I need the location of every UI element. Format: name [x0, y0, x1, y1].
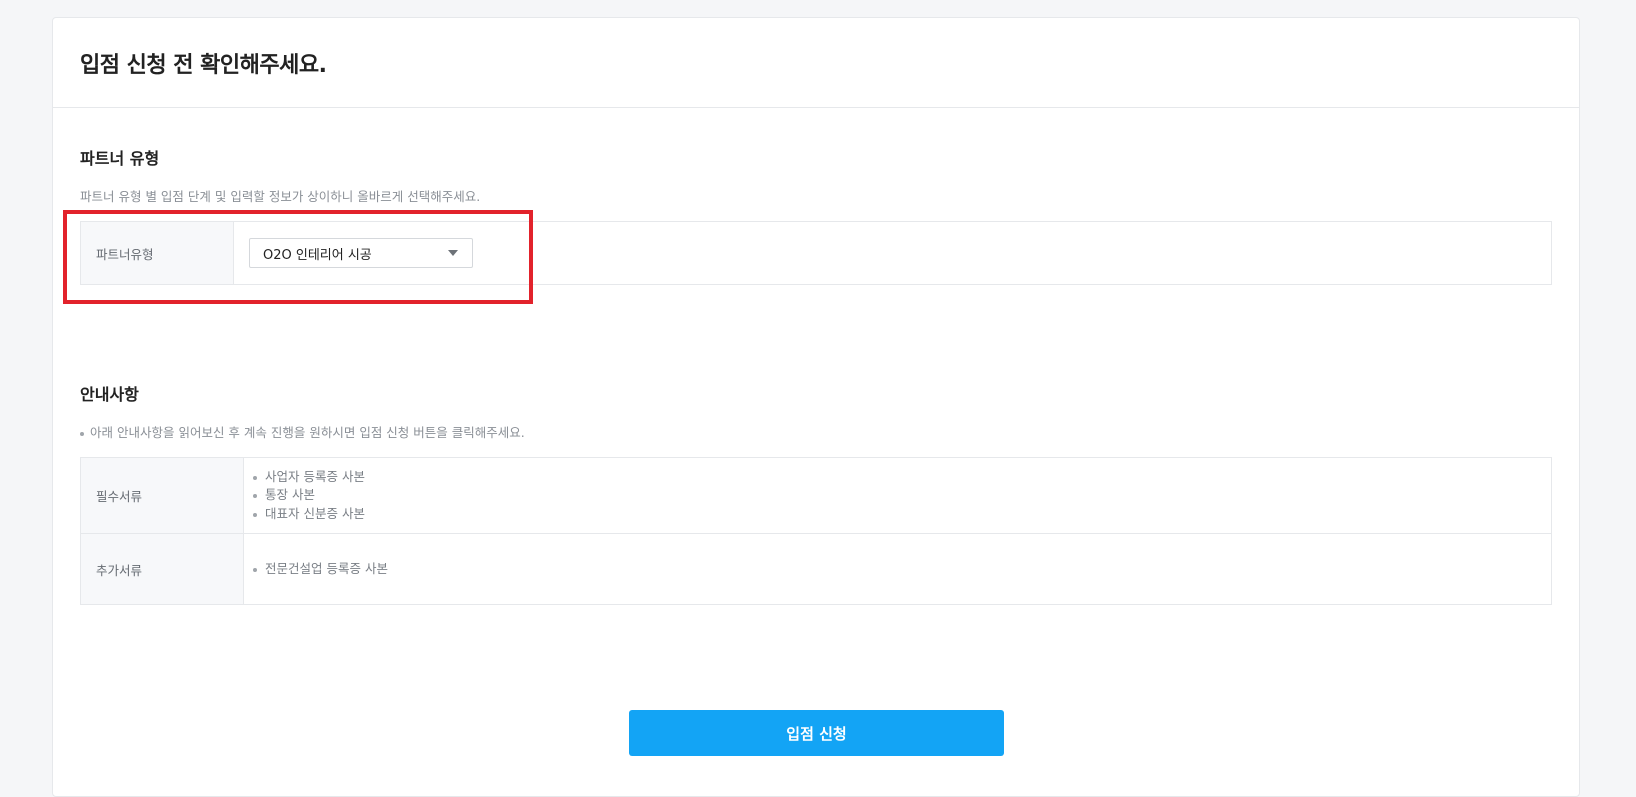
notice-section: 안내사항 아래 안내사항을 읽어보신 후 계속 진행을 원하시면 입점 신청 버…	[80, 381, 1552, 605]
notice-description: 아래 안내사항을 읽어보신 후 계속 진행을 원하시면 입점 신청 버튼을 클릭…	[80, 422, 1552, 441]
list-item: 통장 사본	[253, 486, 365, 505]
chevron-down-icon	[448, 250, 458, 256]
additional-documents-value: 전문건설업 등록증 사본	[244, 534, 1551, 604]
partner-type-section: 파트너 유형 파트너 유형 별 입점 단계 및 입력할 정보가 상이하니 올바르…	[80, 145, 1552, 285]
partner-type-value: O2O 인테리어 시공	[234, 222, 1551, 284]
partner-type-selected-value: O2O 인테리어 시공	[263, 247, 372, 263]
page-title: 입점 신청 전 확인해주세요.	[80, 52, 327, 78]
list-item: 대표자 신분증 사본	[253, 505, 365, 524]
documents-table: 필수서류 사업자 등록증 사본 통장 사본 대표자 신분증 사본 추가서류 전문…	[80, 457, 1552, 605]
card-header: 입점 신청 전 확인해주세요.	[53, 18, 1579, 108]
additional-documents-label: 추가서류	[81, 534, 244, 604]
list-item: 전문건설업 등록증 사본	[253, 560, 388, 579]
apply-button[interactable]: 입점 신청	[629, 710, 1004, 756]
partner-type-select[interactable]: O2O 인테리어 시공	[249, 238, 473, 268]
partner-type-description: 파트너 유형 별 입점 단계 및 입력할 정보가 상이하니 올바르게 선택해주세…	[80, 189, 481, 204]
notice-title: 안내사항	[80, 385, 139, 404]
partner-type-title: 파트너 유형	[80, 149, 160, 168]
list-item: 사업자 등록증 사본	[253, 468, 365, 487]
required-documents-list: 사업자 등록증 사본 통장 사본 대표자 신분증 사본	[253, 468, 365, 524]
required-documents-value: 사업자 등록증 사본 통장 사본 대표자 신분증 사본	[244, 458, 1551, 533]
bullet-icon	[80, 431, 84, 436]
notice-description-text: 아래 안내사항을 읽어보신 후 계속 진행을 원하시면 입점 신청 버튼을 클릭…	[90, 425, 525, 440]
partner-type-label: 파트너유형	[81, 222, 234, 284]
required-documents-row: 필수서류 사업자 등록증 사본 통장 사본 대표자 신분증 사본	[81, 458, 1551, 534]
additional-documents-list: 전문건설업 등록증 사본	[253, 560, 388, 579]
application-card: 입점 신청 전 확인해주세요. 파트너 유형 파트너 유형 별 입점 단계 및 …	[52, 17, 1580, 797]
additional-documents-row: 추가서류 전문건설업 등록증 사본	[81, 534, 1551, 604]
required-documents-label: 필수서류	[81, 458, 244, 533]
partner-type-table: 파트너유형 O2O 인테리어 시공	[80, 221, 1552, 285]
partner-type-row: 파트너유형 O2O 인테리어 시공	[81, 222, 1551, 284]
